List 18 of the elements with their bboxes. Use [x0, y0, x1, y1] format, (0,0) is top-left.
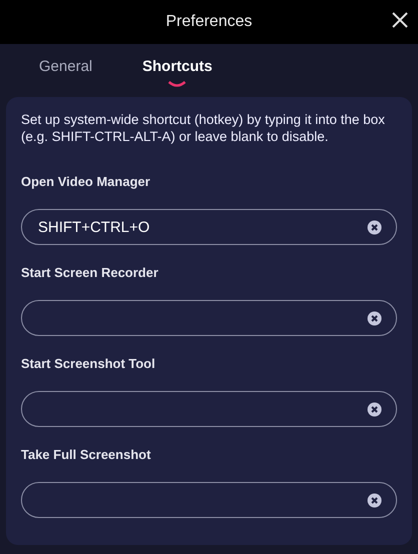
clear-icon[interactable]	[367, 220, 382, 234]
shortcut-label: Start Screenshot Tool	[21, 356, 156, 371]
clear-icon[interactable]	[367, 310, 382, 326]
description-text: Set up system-wide shortcut (hotkey) by typing it into the box (e.g. SHIFT-CTRL-ALT-A) or leave blank to disable.	[21, 111, 386, 145]
window-title: Preferences	[166, 13, 252, 31]
clear-icon[interactable]	[367, 492, 382, 508]
input-field[interactable]: SHIFT+CTRL+O	[21, 209, 397, 245]
close-icon[interactable]	[390, 10, 410, 30]
shortcut-label: Start Screen Recorder	[21, 265, 160, 280]
shortcut-label: Take Full Screenshot	[21, 447, 152, 462]
input-field[interactable]	[21, 391, 397, 427]
chevron-icon	[168, 81, 186, 87]
tab[interactable]: General	[39, 44, 92, 97]
input-field[interactable]	[21, 300, 397, 336]
tab[interactable]: Shortcuts	[142, 44, 212, 97]
clear-icon[interactable]	[367, 402, 382, 416]
shortcut-label: Open Video Manager	[21, 174, 152, 189]
input-field[interactable]	[21, 482, 397, 518]
